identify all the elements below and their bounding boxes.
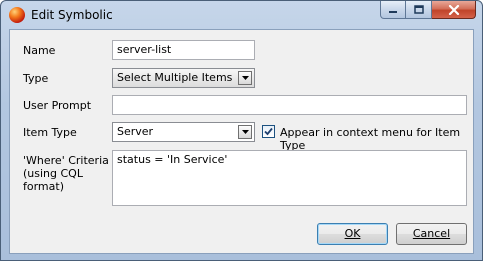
type-label: Type [23,72,49,85]
chevron-down-icon [241,76,249,80]
type-dropdown[interactable]: Select Multiple Items [112,68,255,88]
maximize-button[interactable] [406,1,432,19]
type-dropdown-arrow[interactable] [238,71,252,85]
item-type-label: Item Type [23,126,77,139]
red-orb-icon [9,7,25,23]
ok-button[interactable]: OK [317,223,388,245]
minimize-icon [389,10,397,13]
user-prompt-label: User Prompt [23,99,92,112]
window-title: Edit Symbolic [31,8,113,22]
maximize-icon [413,5,424,14]
where-criteria-value: status = 'In Service' [117,153,228,166]
checkmark-icon [264,127,273,136]
minimize-button[interactable] [380,1,406,19]
ok-button-label: OK [344,227,361,240]
where-criteria-label-line2: (using CQL [23,167,83,180]
name-value: server-list [117,43,172,56]
close-button[interactable] [432,1,476,19]
dialog-body: Name server-list Type Select Multiple It… [9,29,474,254]
item-type-dropdown[interactable]: Server [112,122,255,142]
where-criteria-label-line1: 'Where' Criteria [23,154,109,167]
cancel-button-label: Cancel [412,227,451,240]
where-criteria-label-line3: format) [23,180,64,193]
cancel-button[interactable]: Cancel [396,223,467,245]
context-menu-label[interactable]: Appear in context menu for Item Type [280,126,473,152]
caption-buttons [380,1,476,21]
where-criteria-textarea[interactable]: status = 'In Service' [112,150,467,206]
title-bar[interactable]: Edit Symbolic [1,1,482,29]
close-icon [448,4,459,15]
name-field[interactable]: server-list [112,40,255,60]
item-type-value: Server [117,125,154,138]
name-label: Name [23,44,56,57]
context-menu-checkbox[interactable] [262,125,275,138]
dialog-window: Edit Symbolic Name server-list Type Sele… [0,0,483,261]
type-value: Select Multiple Items [117,71,233,84]
user-prompt-field[interactable] [112,95,467,115]
item-type-dropdown-arrow[interactable] [238,125,252,139]
chevron-down-icon [241,130,249,134]
